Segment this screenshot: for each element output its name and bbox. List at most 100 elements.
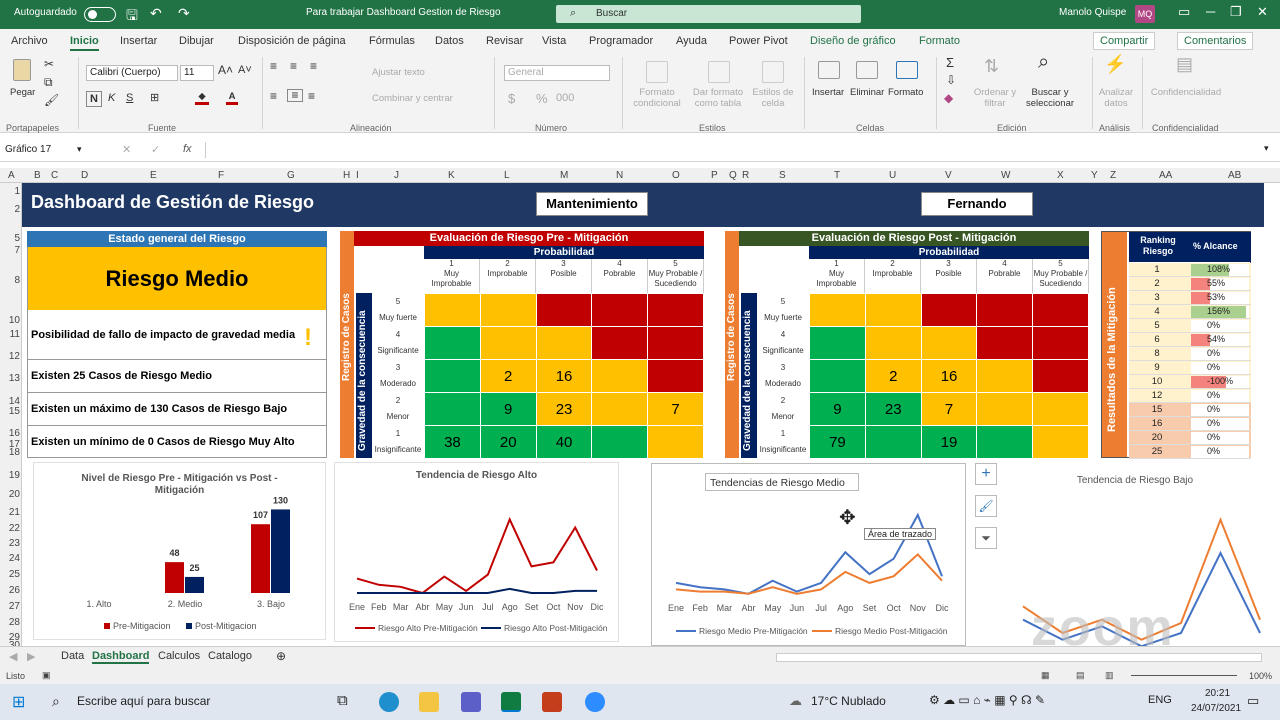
menu-formulas[interactable]: Fórmulas <box>369 35 415 47</box>
row-header[interactable]: 28 <box>0 617 20 628</box>
menu-dibujar[interactable]: Dibujar <box>179 35 214 47</box>
name-box[interactable]: Gráfico 17 <box>5 144 51 155</box>
risk-cell[interactable] <box>1032 359 1089 393</box>
analyze-data-label[interactable]: Analizar datos <box>1096 87 1136 109</box>
align-center-icon[interactable]: ≡ <box>287 89 303 102</box>
edge-icon[interactable] <box>379 692 399 712</box>
row-header[interactable]: 10 <box>0 315 20 326</box>
column-header[interactable]: W <box>1001 170 1010 181</box>
column-header[interactable]: J <box>394 170 399 181</box>
excel-icon[interactable] <box>501 692 521 712</box>
row-header[interactable]: 20 <box>0 489 20 500</box>
chart-styles-icon[interactable]: 🖌 <box>975 495 997 517</box>
risk-cell[interactable] <box>864 293 922 327</box>
save-icon[interactable]: 🖫 <box>126 5 138 29</box>
add-sheet-icon[interactable]: ⊕ <box>276 649 286 663</box>
merge-center-button[interactable]: Combinar y centrar <box>372 93 453 104</box>
column-header[interactable]: AB <box>1228 170 1241 181</box>
ribbon-options-icon[interactable]: ▭ <box>1178 4 1190 20</box>
delete-cells-icon[interactable] <box>856 61 878 79</box>
row-header[interactable]: 13 <box>0 373 20 384</box>
risk-cell[interactable] <box>809 293 866 327</box>
chart-filter-icon[interactable]: ⏷ <box>975 527 997 549</box>
zoom-slider[interactable] <box>1131 675 1237 676</box>
tab-calculos[interactable]: Calculos <box>158 650 200 662</box>
column-header[interactable]: K <box>448 170 455 181</box>
column-header[interactable]: Q <box>729 170 737 181</box>
area-box[interactable]: Mantenimiento <box>536 192 648 216</box>
column-header[interactable]: T <box>834 170 840 181</box>
italic-button[interactable]: K <box>108 93 115 104</box>
user-name[interactable]: Manolo Quispe <box>1059 7 1126 18</box>
column-header[interactable]: M <box>560 170 568 181</box>
column-header[interactable]: H <box>343 170 350 181</box>
normal-view-icon[interactable]: ▦ <box>1041 670 1050 681</box>
cancel-icon[interactable]: ✕ <box>122 143 131 156</box>
undo-icon[interactable]: ↶ <box>150 5 162 22</box>
risk-cell[interactable] <box>1032 425 1089 459</box>
row-header[interactable]: 26 <box>0 585 20 596</box>
menu-disposicion[interactable]: Disposición de página <box>238 35 346 47</box>
cond-format-icon[interactable] <box>646 61 668 83</box>
redo-icon[interactable]: ↷ <box>178 5 190 22</box>
cut-icon[interactable]: ✂ <box>44 58 54 70</box>
row-header[interactable]: 7 <box>0 245 20 256</box>
risk-cell[interactable] <box>424 359 481 393</box>
powerpoint-icon[interactable] <box>542 692 562 712</box>
row-header[interactable]: 12 <box>0 351 20 362</box>
sensitivity-label[interactable]: Confidencialidad <box>1146 87 1226 98</box>
windows-start-icon[interactable]: ⊞ <box>12 692 25 712</box>
analyze-data-icon[interactable]: ⚡ <box>1104 55 1126 73</box>
sort-filter-label[interactable]: Ordenar y filtrar <box>972 87 1018 109</box>
taskbar-search[interactable]: Escribe aquí para buscar <box>77 694 210 708</box>
find-select-label[interactable]: Buscar y seleccionar <box>1020 87 1080 109</box>
align-top-icon[interactable]: ≡ <box>270 60 277 72</box>
risk-cell[interactable] <box>976 425 1034 459</box>
risk-cell[interactable] <box>591 326 649 360</box>
risk-cell[interactable] <box>647 359 704 393</box>
risk-cell[interactable] <box>864 326 922 360</box>
row-header[interactable]: 1 <box>0 186 20 197</box>
format-cells-icon[interactable] <box>896 61 918 79</box>
copy-icon[interactable]: ⧉ <box>44 76 53 88</box>
chart-elements-button[interactable]: + <box>975 463 997 485</box>
cell-styles-label[interactable]: Estilos de celda <box>750 87 796 109</box>
sort-filter-icon[interactable]: ⇅ <box>984 57 999 75</box>
row-header[interactable]: 11 <box>0 329 20 340</box>
column-header[interactable]: U <box>889 170 896 181</box>
column-header[interactable]: O <box>672 170 680 181</box>
risk-cell[interactable] <box>424 392 481 426</box>
row-header[interactable]: 21 <box>0 507 20 518</box>
risk-cell[interactable]: 79 <box>809 425 866 459</box>
chart-tendencias-medio[interactable]: Tendencias de Riesgo Medio Ene Feb Mar Abr M… <box>651 463 966 646</box>
menu-datos[interactable]: Datos <box>435 35 464 47</box>
risk-cell[interactable] <box>1032 392 1089 426</box>
menu-insertar[interactable]: Insertar <box>120 35 157 47</box>
column-header[interactable]: AA <box>1159 170 1172 181</box>
risk-cell[interactable] <box>479 326 537 360</box>
menu-ayuda[interactable]: Ayuda <box>676 35 707 47</box>
menu-inicio[interactable]: Inicio <box>70 35 99 51</box>
row-header[interactable]: 23 <box>0 538 20 549</box>
underline-button[interactable]: S <box>126 93 133 104</box>
row-header[interactable]: 27 <box>0 601 20 612</box>
risk-cell[interactable]: 20 <box>479 425 537 459</box>
expand-formula-icon[interactable]: ▾ <box>1264 143 1269 154</box>
align-left-icon[interactable]: ≡ <box>270 90 277 102</box>
menu-programador[interactable]: Programador <box>589 35 653 47</box>
align-bottom-icon[interactable]: ≡ <box>310 60 317 72</box>
risk-cell[interactable]: 16 <box>535 359 593 393</box>
column-header[interactable]: N <box>616 170 623 181</box>
column-header[interactable]: B <box>34 170 41 181</box>
insert-cells-icon[interactable] <box>818 61 840 79</box>
risk-cell[interactable] <box>976 359 1034 393</box>
fx-icon[interactable]: fx <box>183 143 192 155</box>
risk-cell[interactable]: 40 <box>535 425 593 459</box>
risk-cell[interactable]: 7 <box>647 392 704 426</box>
insert-cells-label[interactable]: Insertar <box>812 87 844 98</box>
explorer-icon[interactable] <box>419 692 439 712</box>
chart-tendencia-alto[interactable]: Tendencia de Riesgo Alto Ene Feb Mar Abr May… <box>334 462 619 642</box>
macro-icon[interactable]: ▣ <box>42 670 51 681</box>
document-title[interactable]: Para trabajar Dashboard Gestion de Riesg… <box>306 7 501 18</box>
comma-icon[interactable]: 000 <box>556 93 574 104</box>
